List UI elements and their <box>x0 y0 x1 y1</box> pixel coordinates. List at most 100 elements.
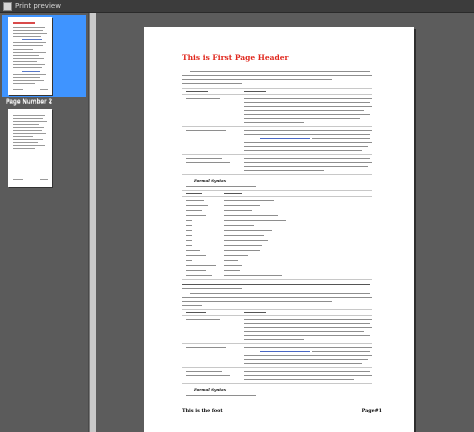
text-line-placeholder <box>244 170 324 171</box>
text-line-placeholder <box>13 148 35 149</box>
text-line-placeholder <box>224 255 248 256</box>
text-line-placeholder <box>244 375 372 376</box>
text-line-placeholder <box>182 196 372 197</box>
text-line-placeholder <box>244 359 368 360</box>
text-line-placeholder <box>244 355 372 356</box>
text-line-placeholder <box>260 351 310 352</box>
text-line-placeholder <box>13 52 46 53</box>
text-line-placeholder <box>190 293 370 294</box>
text-line-placeholder <box>186 98 220 99</box>
text-line-placeholder <box>224 275 282 276</box>
text-line-placeholder <box>186 260 192 261</box>
thumbnail-label-2: Page Number 2 <box>6 98 53 105</box>
text-line-placeholder <box>13 121 47 122</box>
text-line-placeholder <box>182 383 372 384</box>
text-line-placeholder <box>224 260 238 261</box>
thumbnail-page-image <box>8 109 52 187</box>
text-line-placeholder <box>182 94 372 95</box>
text-line-placeholder <box>13 74 46 75</box>
text-line-placeholder <box>13 83 35 84</box>
text-line-placeholder <box>182 126 372 127</box>
text-line-placeholder <box>224 215 278 216</box>
text-line-placeholder <box>40 179 48 180</box>
text-line-placeholder <box>186 225 192 226</box>
text-line-placeholder <box>22 71 40 72</box>
text-line-placeholder <box>13 67 42 68</box>
text-line-placeholder <box>13 22 35 24</box>
text-line-placeholder <box>244 142 372 143</box>
text-line-placeholder <box>244 134 370 135</box>
text-line-placeholder <box>224 250 260 251</box>
text-line-placeholder <box>224 230 272 231</box>
text-line-placeholder <box>13 61 37 62</box>
text-line-placeholder <box>186 270 206 271</box>
text-line-placeholder <box>186 230 192 231</box>
text-line-placeholder <box>224 235 264 236</box>
text-line-placeholder <box>182 79 332 80</box>
text-line-placeholder <box>186 162 230 163</box>
text-line-placeholder <box>182 284 370 285</box>
page-preview-area[interactable]: This is First Page Header Formal Syntax … <box>96 13 474 432</box>
text-line-placeholder <box>13 115 45 116</box>
text-line-placeholder <box>190 71 370 72</box>
text-line-placeholder <box>244 323 370 324</box>
text-line-placeholder <box>13 58 44 59</box>
text-line-placeholder <box>186 240 192 241</box>
text-line-placeholder <box>13 30 43 31</box>
text-line-placeholder <box>186 130 226 131</box>
text-line-placeholder <box>182 190 372 191</box>
text-line-placeholder <box>13 127 44 128</box>
section-title-2: Formal Syntax <box>194 387 227 392</box>
thumbnail-selection-highlight <box>2 15 86 97</box>
text-line-placeholder <box>13 45 43 46</box>
text-line-placeholder <box>13 33 47 34</box>
text-line-placeholder <box>224 220 286 221</box>
text-line-placeholder <box>244 150 362 151</box>
text-line-placeholder <box>13 49 33 50</box>
text-line-placeholder <box>182 305 202 306</box>
text-line-placeholder <box>186 205 208 206</box>
text-line-placeholder <box>224 265 242 266</box>
text-line-placeholder <box>182 174 372 175</box>
text-line-placeholder <box>13 27 45 28</box>
text-line-placeholder <box>244 379 354 380</box>
text-line-placeholder <box>186 312 206 313</box>
text-line-placeholder <box>13 36 41 37</box>
text-line-placeholder <box>224 240 268 241</box>
text-line-placeholder <box>186 210 202 211</box>
text-line-placeholder <box>182 75 372 76</box>
text-line-placeholder <box>244 118 360 119</box>
text-line-placeholder <box>186 235 192 236</box>
text-line-placeholder <box>13 118 43 119</box>
window-icon <box>3 1 12 11</box>
thumbnail-page-image <box>8 17 52 95</box>
text-line-placeholder <box>22 39 42 40</box>
text-line-placeholder <box>244 110 364 111</box>
text-line-placeholder <box>13 77 40 78</box>
text-line-placeholder <box>244 122 304 123</box>
thumbnail-frame <box>2 107 86 189</box>
text-line-placeholder <box>186 250 200 251</box>
preview-page: This is First Page Header Formal Syntax … <box>144 27 414 432</box>
text-line-placeholder <box>244 162 372 163</box>
text-line-placeholder <box>244 363 362 364</box>
text-line-placeholder <box>13 130 42 131</box>
text-line-placeholder <box>186 215 206 216</box>
page-thumbnail-panel: Page Number 1 Page Number 2 <box>0 13 89 432</box>
text-line-placeholder <box>13 124 39 125</box>
text-line-placeholder <box>260 138 310 139</box>
text-line-placeholder <box>182 154 372 155</box>
text-line-placeholder <box>224 205 260 206</box>
text-line-placeholder <box>182 301 332 302</box>
text-line-placeholder <box>244 339 304 340</box>
window-title: Print preview <box>15 2 61 10</box>
text-line-placeholder <box>13 179 23 180</box>
text-line-placeholder <box>244 98 372 99</box>
text-line-placeholder <box>186 91 208 92</box>
text-line-placeholder <box>244 130 372 131</box>
text-line-placeholder <box>244 166 368 167</box>
text-line-placeholder <box>224 210 252 211</box>
text-line-placeholder <box>244 319 372 320</box>
title-bar[interactable]: Print preview <box>0 0 474 13</box>
text-line-placeholder <box>244 106 372 107</box>
